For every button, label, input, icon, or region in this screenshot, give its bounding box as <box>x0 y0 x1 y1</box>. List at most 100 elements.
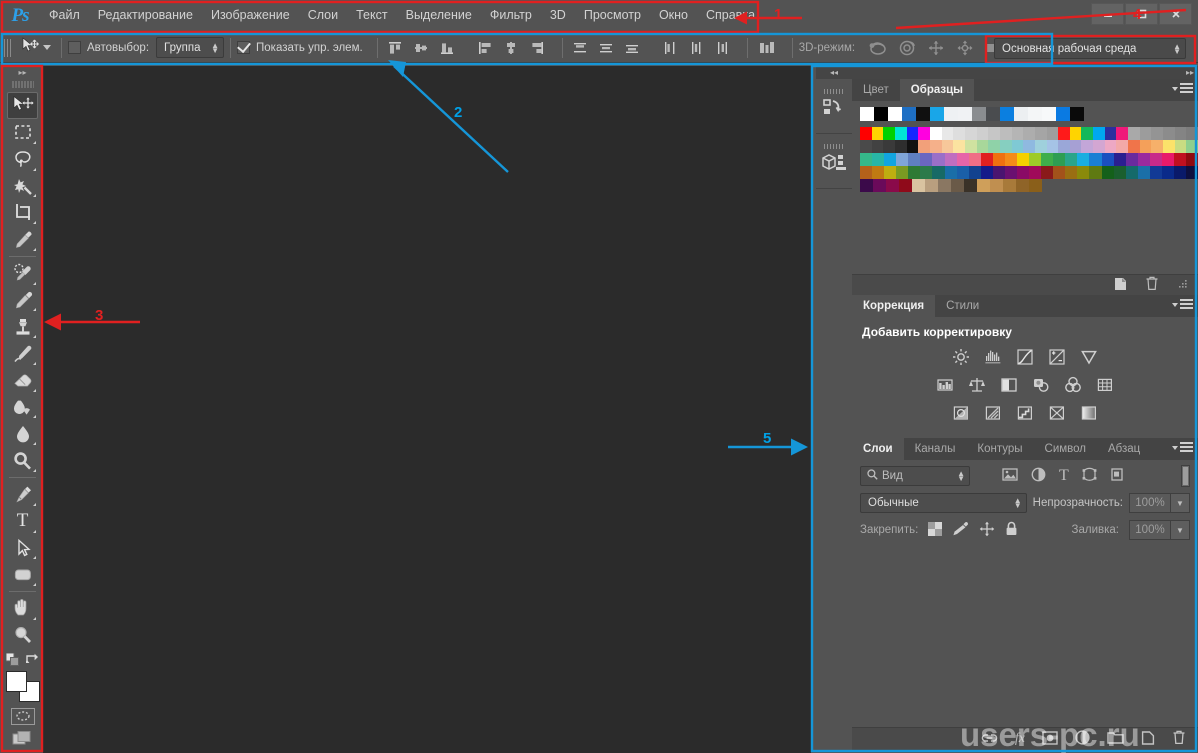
tool-blur[interactable] <box>7 420 38 447</box>
swatch[interactable] <box>1058 127 1070 140</box>
swatch[interactable] <box>1163 127 1175 140</box>
swatch[interactable] <box>918 127 930 140</box>
swatch[interactable] <box>980 153 993 166</box>
swatch[interactable] <box>1023 127 1035 140</box>
gradient-map-icon[interactable] <box>1079 402 1100 423</box>
swatch[interactable] <box>964 179 977 192</box>
swatch[interactable] <box>1034 127 1047 140</box>
3d-slide-icon[interactable] <box>954 37 976 59</box>
tool-horizontal-type[interactable]: T <box>7 508 38 535</box>
swatch[interactable] <box>883 140 895 153</box>
recent-swatch[interactable] <box>902 107 916 121</box>
swatch[interactable] <box>988 140 1000 153</box>
swatch[interactable] <box>976 127 989 140</box>
swatch[interactable] <box>896 166 909 179</box>
swatch[interactable] <box>918 140 930 153</box>
swatch[interactable] <box>871 127 884 140</box>
foreground-color-swatch[interactable] <box>5 670 27 692</box>
dock-item-3d[interactable] <box>816 134 852 189</box>
recent-swatch[interactable] <box>986 107 1000 121</box>
swatch[interactable] <box>932 153 945 166</box>
blend-mode-select[interactable]: Обычные ▲ ▼ <box>860 493 1027 513</box>
swatch[interactable] <box>941 127 954 140</box>
brightness-contrast-icon[interactable] <box>951 346 972 367</box>
tool-hand[interactable] <box>7 595 38 622</box>
swatch[interactable] <box>964 140 977 153</box>
swatch[interactable] <box>1011 140 1024 153</box>
3d-roll-icon[interactable] <box>896 37 918 59</box>
recent-swatch[interactable] <box>972 107 986 121</box>
layers-list[interactable] <box>852 540 1198 730</box>
tool-zoom[interactable] <box>7 622 38 649</box>
recent-swatch[interactable] <box>1014 107 1028 121</box>
swatch[interactable] <box>886 179 899 192</box>
swatch[interactable] <box>1139 127 1152 140</box>
show-transform-controls-checkbox[interactable] <box>237 41 251 54</box>
tab-paths[interactable]: Контуры <box>966 438 1034 460</box>
swatch[interactable] <box>1174 127 1187 140</box>
swatch[interactable] <box>1104 140 1117 153</box>
distribute-vertical-centers-icon[interactable] <box>595 37 617 59</box>
menu-item-view[interactable]: Просмотр <box>575 0 650 31</box>
new-layer-icon[interactable] <box>1141 730 1155 748</box>
swatch[interactable] <box>883 127 895 140</box>
recent-swatch[interactable] <box>916 107 930 121</box>
swatch[interactable] <box>925 179 938 192</box>
swatch[interactable] <box>1186 140 1198 153</box>
swatch[interactable] <box>1017 166 1030 179</box>
swatch[interactable] <box>929 140 942 153</box>
tool-dodge[interactable] <box>7 447 38 474</box>
swatch[interactable] <box>953 127 965 140</box>
swatch[interactable] <box>860 179 873 192</box>
swatch[interactable] <box>938 179 951 192</box>
recent-swatch[interactable] <box>1070 107 1084 121</box>
opacity-chevron-down-icon[interactable]: ▼ <box>1171 493 1190 513</box>
swatch[interactable] <box>1053 153 1066 166</box>
swatch[interactable] <box>964 127 977 140</box>
swatch[interactable] <box>894 140 907 153</box>
swatch[interactable] <box>1011 127 1024 140</box>
menu-item-file[interactable]: Файл <box>40 0 89 31</box>
swatch[interactable] <box>1065 166 1078 179</box>
tool-spot-healing-brush[interactable] <box>7 260 38 287</box>
recent-swatch[interactable] <box>930 107 944 121</box>
tool-rounded-rectangle[interactable] <box>7 561 38 588</box>
swatch[interactable] <box>1174 153 1187 166</box>
swatch[interactable] <box>976 140 989 153</box>
swatch[interactable] <box>1016 179 1029 192</box>
recent-swatch[interactable] <box>944 107 958 121</box>
swatch[interactable] <box>944 153 957 166</box>
swatch[interactable] <box>908 166 921 179</box>
swatch[interactable] <box>1093 140 1105 153</box>
swatch[interactable] <box>1163 140 1175 153</box>
menu-item-image[interactable]: Изображение <box>202 0 299 31</box>
tab-character[interactable]: Символ <box>1033 438 1097 460</box>
swatch[interactable] <box>1174 140 1187 153</box>
menu-item-window[interactable]: Окно <box>650 0 697 31</box>
swatch[interactable] <box>1081 127 1094 140</box>
swatch[interactable] <box>956 153 969 166</box>
exposure-icon[interactable] <box>1047 346 1068 367</box>
swatch[interactable] <box>1089 153 1102 166</box>
new-swatch-icon[interactable] <box>1113 277 1127 294</box>
swatch[interactable] <box>1053 166 1066 179</box>
tool-eraser[interactable] <box>7 367 38 394</box>
swatch[interactable] <box>1041 166 1054 179</box>
swatch[interactable] <box>1139 140 1152 153</box>
align-left-edges-icon[interactable] <box>474 37 496 59</box>
recent-swatch[interactable] <box>1042 107 1056 121</box>
swatch[interactable] <box>944 166 957 179</box>
3d-pan-icon[interactable] <box>925 37 947 59</box>
tab-layers[interactable]: Слои <box>852 438 904 460</box>
swatch[interactable] <box>912 179 925 192</box>
swatch[interactable] <box>1151 127 1164 140</box>
tool-path-selection[interactable] <box>7 535 38 562</box>
lock-position-icon[interactable] <box>979 521 995 540</box>
swatch[interactable] <box>1041 153 1054 166</box>
swatch[interactable] <box>1125 166 1138 179</box>
swatch[interactable] <box>1046 140 1059 153</box>
swatch[interactable] <box>1186 127 1198 140</box>
dock-item-history[interactable] <box>816 79 852 134</box>
tool-lasso[interactable] <box>7 146 38 173</box>
swatch[interactable] <box>860 166 873 179</box>
